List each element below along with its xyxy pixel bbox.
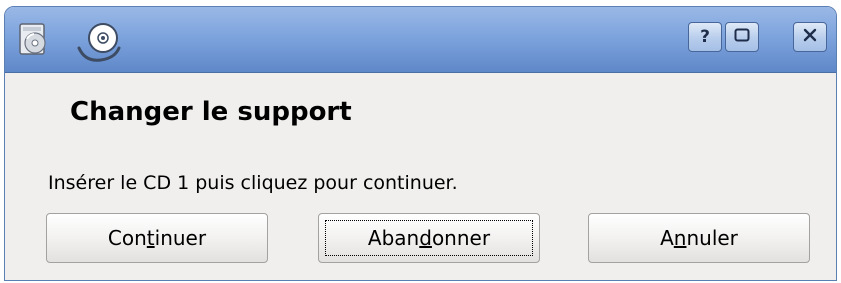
- dialog-message: Insérer le CD 1 puis cliquez pour contin…: [48, 172, 458, 194]
- cancel-button[interactable]: Annuler: [588, 213, 810, 263]
- cancel-button-label: Annuler: [660, 226, 738, 250]
- cd-disc-icon: [73, 20, 125, 68]
- abandon-button-label: Abandonner: [367, 226, 491, 250]
- abandon-button[interactable]: Abandonner: [318, 213, 540, 263]
- mnemonic-char: d: [419, 226, 432, 250]
- help-icon: ?: [700, 27, 710, 47]
- mnemonic-char: t: [146, 226, 155, 250]
- close-button[interactable]: [793, 22, 827, 52]
- mnemonic-char: n: [673, 226, 687, 250]
- maximize-button[interactable]: [725, 22, 759, 52]
- dialog-window: ? Changer le support Insérer le CD 1 pui…: [4, 6, 837, 281]
- cd-drive-icon[interactable]: [15, 20, 51, 60]
- close-icon: [803, 27, 817, 47]
- maximize-icon: [734, 27, 750, 47]
- help-button[interactable]: ?: [688, 22, 722, 52]
- title-bar[interactable]: ?: [5, 7, 836, 73]
- continue-button[interactable]: Continuer: [46, 213, 268, 263]
- dialog-heading: Changer le support: [70, 97, 352, 127]
- continue-button-label: Continuer: [107, 226, 207, 250]
